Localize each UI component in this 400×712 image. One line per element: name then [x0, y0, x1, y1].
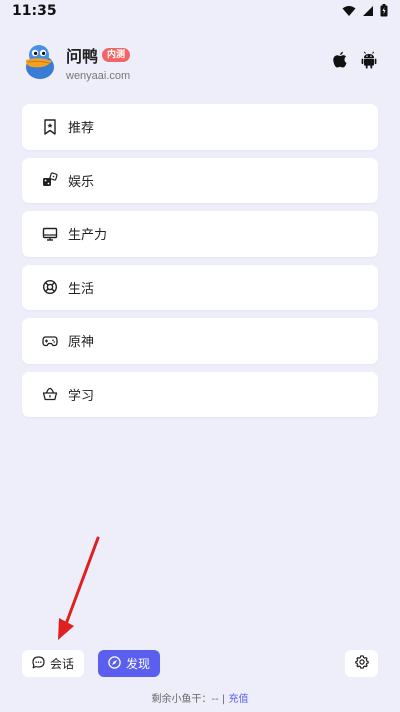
menu-item-genshin[interactable]: 原神	[22, 318, 378, 364]
duck-logo-icon	[22, 43, 58, 81]
menu-label: 生产力	[68, 228, 108, 244]
footer-separator: |	[221, 694, 226, 705]
menu-item-productivity[interactable]: 生产力	[22, 211, 378, 257]
menu-label: 原神	[68, 335, 95, 351]
menu-item-recommend[interactable]: 推荐	[22, 104, 378, 150]
battery-icon	[380, 2, 388, 21]
chat-bubble-icon	[32, 655, 45, 672]
status-bar: 11:35	[0, 0, 400, 22]
annotation-arrow	[58, 536, 100, 640]
android-icon[interactable]	[360, 51, 378, 73]
chat-button[interactable]: 会话	[22, 650, 84, 677]
menu-item-life[interactable]: 生活	[22, 264, 378, 310]
remaining-label: 剩余小鱼干：	[151, 694, 212, 705]
category-menu: 推荐 娱乐 生产力 生活 原神 学习	[22, 104, 378, 417]
menu-item-study[interactable]: 学习	[22, 371, 378, 417]
app-name: 问鸭	[66, 46, 99, 66]
apple-icon[interactable]	[332, 51, 348, 73]
bookmark-star-icon	[42, 119, 58, 135]
app-url: wenyaai.com	[66, 69, 131, 82]
chat-button-label: 会话	[49, 657, 74, 671]
gear-icon	[354, 654, 369, 673]
status-time: 11:35	[12, 3, 57, 19]
dice-icon	[42, 172, 58, 188]
signal-icon	[362, 2, 374, 21]
recharge-link[interactable]: 充值	[228, 694, 248, 705]
brand: 问鸭 内测 wenyaai.com	[66, 43, 130, 82]
menu-label: 推荐	[68, 121, 95, 137]
lifebuoy-icon	[42, 279, 58, 295]
bottom-bar: 会话 发现	[22, 650, 378, 677]
beta-badge: 内测	[102, 47, 131, 62]
wifi-icon	[342, 2, 356, 21]
menu-label: 生活	[68, 281, 95, 297]
platform-links	[332, 51, 378, 73]
gamepad-icon	[42, 333, 58, 349]
monitor-icon	[42, 226, 58, 242]
menu-label: 娱乐	[68, 174, 95, 190]
settings-button[interactable]	[345, 650, 378, 677]
status-icons	[342, 2, 388, 21]
credits-footer: 剩余小鱼干：-- | 充值	[0, 690, 400, 705]
discover-button-label: 发现	[125, 657, 150, 671]
menu-label: 学习	[68, 388, 95, 404]
menu-item-entertainment[interactable]: 娱乐	[22, 157, 378, 203]
discover-button[interactable]: 发现	[98, 650, 160, 677]
compass-icon	[108, 655, 121, 672]
remaining-value: --	[211, 694, 219, 705]
basket-icon	[42, 386, 58, 402]
app-header: 问鸭 内测 wenyaai.com	[22, 42, 378, 82]
